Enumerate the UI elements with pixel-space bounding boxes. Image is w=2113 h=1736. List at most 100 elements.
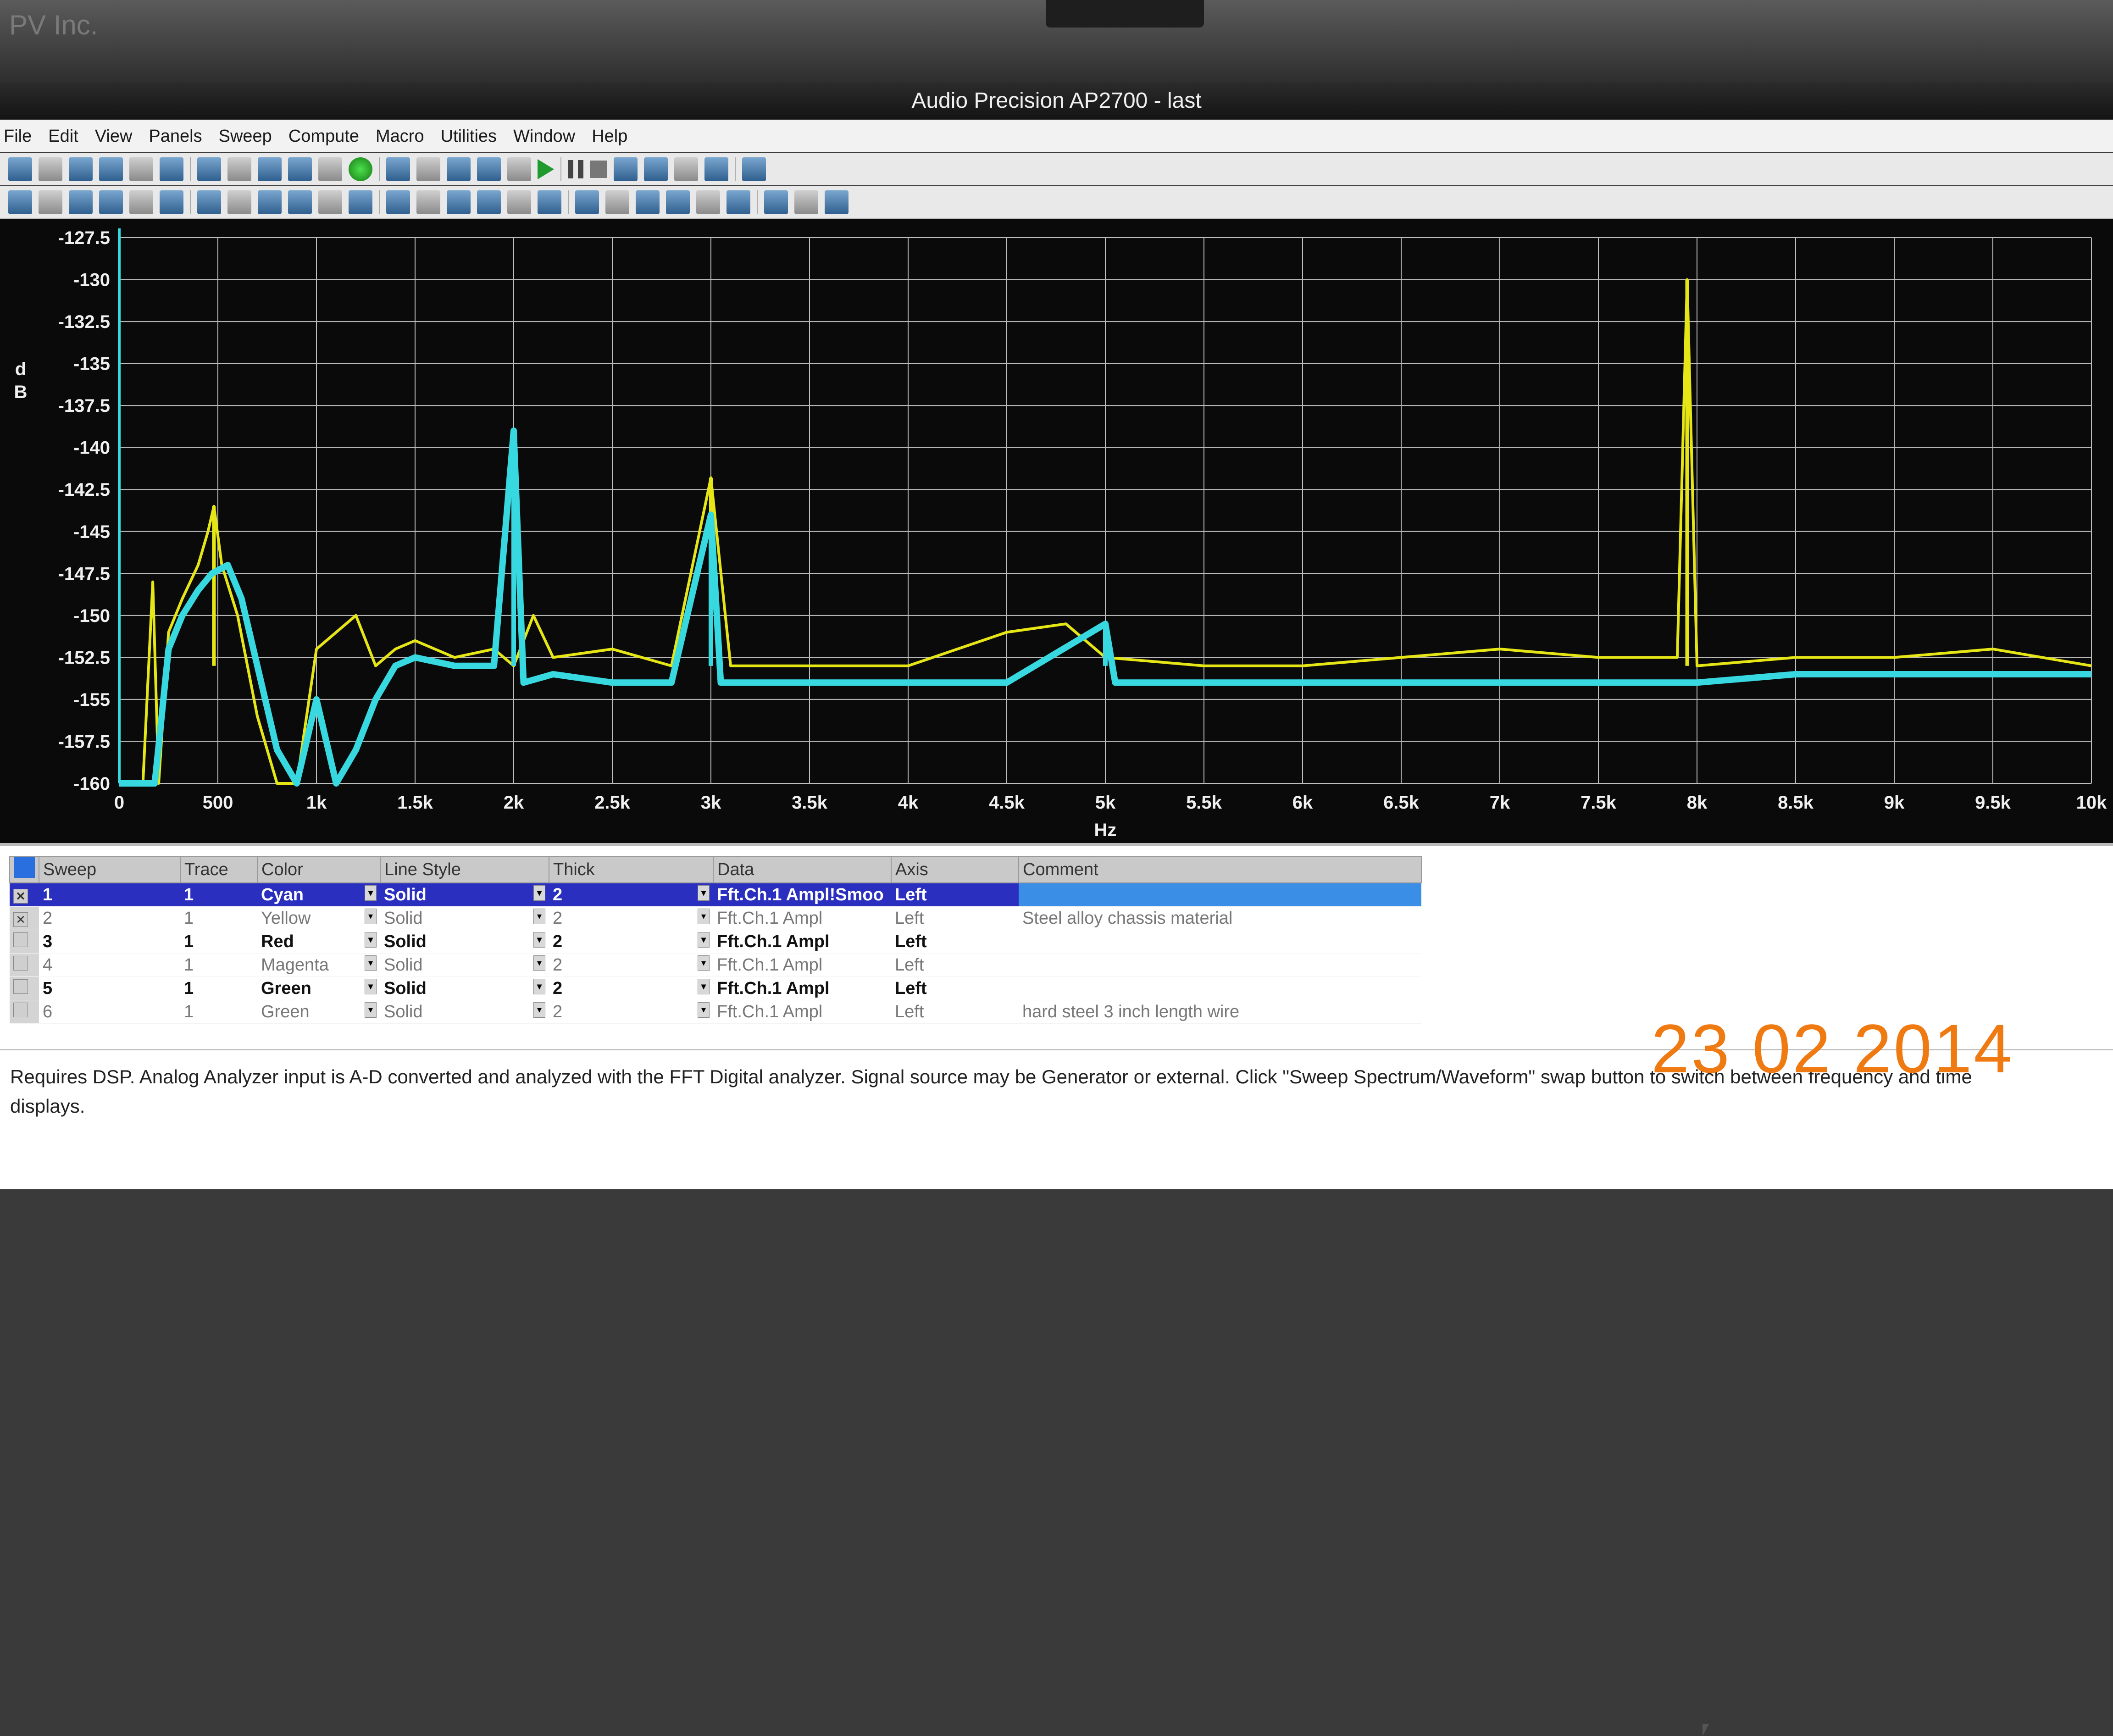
view-e-icon[interactable] — [764, 190, 788, 214]
speaker-icon[interactable] — [258, 190, 282, 214]
cell-data[interactable]: Fft.Ch.1 Ampl!Smoo — [713, 883, 891, 907]
cell-color[interactable]: Green ▾ — [257, 1000, 380, 1024]
cell-comment[interactable] — [1019, 953, 1421, 977]
pause-icon[interactable] — [568, 160, 583, 178]
cell-thick[interactable]: 2 ▾ — [549, 883, 713, 907]
dropdown-arrow-icon[interactable]: ▾ — [533, 978, 545, 994]
menu-panels[interactable]: Panels — [145, 127, 215, 146]
cell-axis[interactable]: Left — [891, 976, 1019, 1000]
cell-color[interactable]: Red ▾ — [257, 930, 380, 954]
table-corner[interactable] — [9, 856, 39, 883]
bar-a-icon[interactable] — [349, 190, 372, 214]
dropdown-arrow-icon[interactable]: ▾ — [698, 978, 710, 994]
tool-a-icon[interactable] — [447, 157, 471, 181]
note-icon[interactable] — [605, 190, 629, 214]
open-icon[interactable] — [39, 157, 62, 181]
column-header-comment[interactable]: Comment — [1018, 856, 1422, 883]
paste-icon[interactable] — [318, 157, 342, 181]
dropdown-arrow-icon[interactable]: ▾ — [698, 955, 710, 971]
window-title-bar[interactable]: Audio Precision AP2700 - last — [0, 83, 2113, 119]
dropdown-arrow-icon[interactable]: ▾ — [533, 955, 545, 971]
cell-trace[interactable]: 1 — [180, 906, 257, 930]
cell-trace[interactable]: 1 — [180, 1000, 257, 1024]
filter-icon[interactable] — [160, 190, 183, 214]
print-preview-icon[interactable] — [197, 157, 221, 181]
cell-data[interactable]: Fft.Ch.1 Ampl — [713, 953, 891, 977]
menu-sweep[interactable]: Sweep — [215, 127, 285, 146]
cell-sweep[interactable]: 2 — [39, 906, 180, 930]
table-row[interactable]: ✕ 1 1 Cyan ▾ Solid ▾ 2 ▾ Fft.Ch.1 Ampl!Smoo Left — [10, 883, 1421, 907]
cell-color[interactable]: Green ▾ — [257, 976, 380, 1000]
row-checkbox-cell[interactable]: ✕ — [10, 906, 39, 930]
row-checkbox-cell[interactable] — [10, 1000, 39, 1024]
menu-view[interactable]: View — [91, 127, 145, 146]
menu-compute[interactable]: Compute — [285, 127, 372, 146]
view-d-icon[interactable] — [727, 190, 750, 214]
view-c-icon[interactable] — [696, 190, 720, 214]
cell-data[interactable]: Fft.Ch.1 Ampl — [713, 906, 891, 930]
dcx-icon[interactable] — [288, 190, 312, 214]
table-row[interactable]: 6 1 Green ▾ Solid ▾ 2 ▾ Fft.Ch.1 Ampl Left hard st… — [10, 1000, 1421, 1024]
go-icon[interactable] — [349, 157, 372, 181]
column-header-line-style[interactable]: Line Style — [380, 856, 549, 883]
move-icon[interactable] — [674, 157, 698, 181]
dropdown-arrow-icon[interactable]: ▾ — [698, 885, 710, 901]
cell-comment[interactable] — [1019, 976, 1421, 1000]
switch-icon[interactable] — [129, 190, 153, 214]
cell-style[interactable]: Solid ▾ — [380, 1000, 549, 1024]
dropdown-arrow-icon[interactable]: ▾ — [365, 1002, 377, 1018]
dropdown-arrow-icon[interactable]: ▾ — [365, 955, 377, 971]
cell-axis[interactable]: Left — [891, 953, 1019, 977]
copy-icon[interactable] — [288, 157, 312, 181]
cell-sweep[interactable]: 5 — [39, 976, 180, 1000]
bargraph-icon[interactable] — [197, 190, 221, 214]
cell-trace[interactable]: 1 — [180, 953, 257, 977]
cell-trace[interactable]: 1 — [180, 930, 257, 954]
row-checkbox[interactable] — [13, 932, 28, 947]
column-header-sweep[interactable]: Sweep — [39, 856, 181, 883]
row-checkbox[interactable]: ✕ — [13, 912, 28, 927]
menu-utilities[interactable]: Utilities — [437, 127, 510, 146]
cell-sweep[interactable]: 1 — [39, 883, 180, 907]
cell-thick[interactable]: 2 ▾ — [549, 953, 713, 977]
cell-color[interactable]: Yellow ▾ — [257, 906, 380, 930]
zoom-out-icon[interactable] — [742, 157, 766, 181]
menu-window[interactable]: Window — [510, 127, 588, 146]
analyzer-icon[interactable] — [8, 190, 32, 214]
dropdown-arrow-icon[interactable]: ▾ — [533, 908, 545, 924]
fft-graph[interactable]: 0 500 1k 1.5k 2k 2.5k 3k 3.5k 4k 4.5k 5k 5.5k 6k 6.5k… — [0, 219, 2113, 843]
new-icon[interactable] — [8, 157, 32, 181]
cell-trace[interactable]: 1 — [180, 883, 257, 907]
cell-axis[interactable]: Left — [891, 906, 1019, 930]
view-a-icon[interactable] — [636, 190, 660, 214]
bar-b-icon[interactable] — [386, 190, 410, 214]
menu-edit[interactable]: Edit — [44, 127, 91, 146]
view-b-icon[interactable] — [666, 190, 690, 214]
row-checkbox-cell[interactable] — [10, 976, 39, 1000]
cell-style[interactable]: Solid ▾ — [380, 976, 549, 1000]
cell-comment[interactable] — [1019, 883, 1421, 907]
tool-b-icon[interactable] — [477, 157, 501, 181]
cell-style[interactable]: Solid ▾ — [380, 953, 549, 977]
dropdown-arrow-icon[interactable]: ▾ — [533, 885, 545, 901]
save-icon[interactable] — [99, 157, 123, 181]
dropdown-arrow-icon[interactable]: ▾ — [698, 932, 710, 948]
cut-icon[interactable] — [258, 157, 282, 181]
cell-color[interactable]: Magenta ▾ — [257, 953, 380, 977]
cell-color[interactable]: Cyan ▾ — [257, 883, 380, 907]
undo-icon[interactable] — [227, 157, 251, 181]
cell-sweep[interactable]: 4 — [39, 953, 180, 977]
cell-style[interactable]: Solid ▾ — [380, 906, 549, 930]
dropdown-arrow-icon[interactable]: ▾ — [698, 908, 710, 924]
cell-thick[interactable]: 2 ▾ — [549, 906, 713, 930]
view-g-icon[interactable] — [825, 190, 849, 214]
menu-help[interactable]: Help — [588, 127, 640, 146]
tree-icon[interactable] — [575, 190, 599, 214]
cell-style[interactable]: Solid ▾ — [380, 930, 549, 954]
meter-icon[interactable] — [227, 190, 251, 214]
arrow-right-icon[interactable] — [416, 190, 440, 214]
cell-style[interactable]: Solid ▾ — [380, 883, 549, 907]
row-checkbox-cell[interactable] — [10, 930, 39, 954]
cell-trace[interactable]: 1 — [180, 976, 257, 1000]
generator-icon[interactable] — [39, 190, 62, 214]
